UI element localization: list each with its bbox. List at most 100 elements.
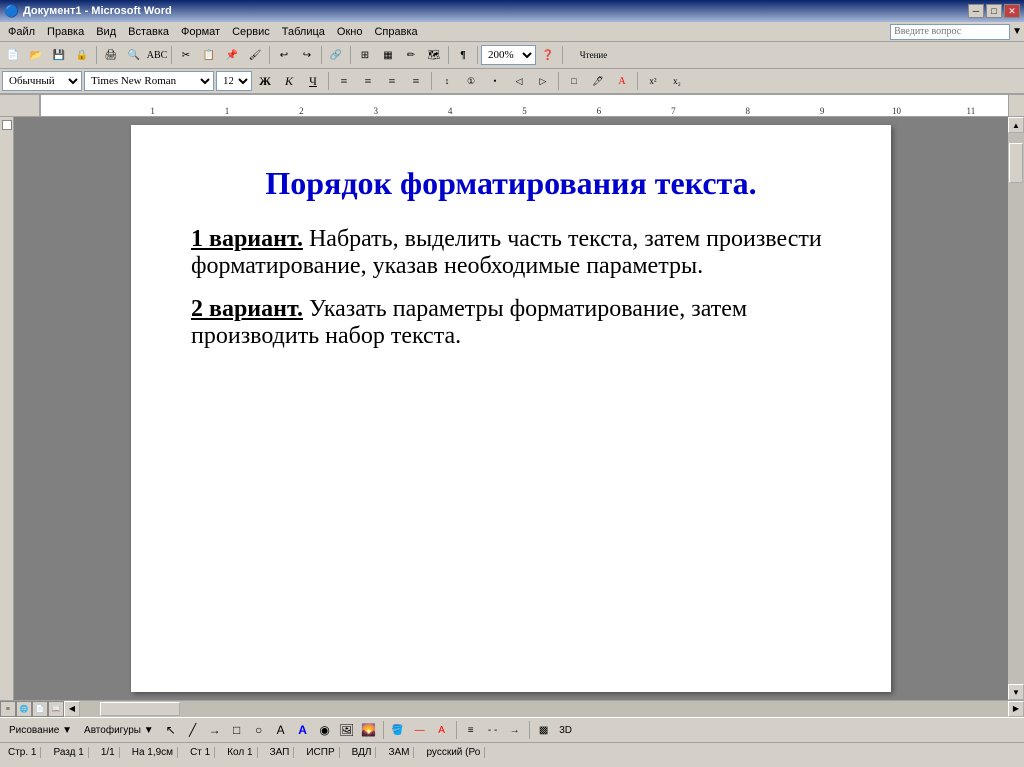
font-selector[interactable]: Times New Roman (84, 71, 214, 91)
status-section: Разд 1 (49, 747, 88, 758)
fill-color-button[interactable]: 🪣 (388, 720, 408, 740)
paste-button[interactable]: 📌 (221, 44, 243, 66)
line-style-button[interactable]: ≡ (461, 720, 481, 740)
bold-button[interactable]: Ж (254, 70, 276, 92)
bullets-button[interactable]: • (484, 70, 506, 92)
scroll-track[interactable] (1008, 133, 1024, 684)
permissions-button[interactable]: 🔒 (71, 44, 93, 66)
wordart-tool[interactable]: A (293, 720, 313, 740)
spellcheck-button[interactable]: ABC (146, 44, 168, 66)
dash-style-button[interactable]: - - (483, 720, 503, 740)
superscript-button[interactable]: x² (642, 70, 664, 92)
search-arrow[interactable]: ▼ (1012, 26, 1022, 37)
menu-insert[interactable]: Вставка (122, 24, 175, 40)
new-button[interactable]: 📄 (2, 44, 24, 66)
hscroll-left-button[interactable]: ◀ (64, 701, 80, 717)
select-tool[interactable]: ↖ (161, 720, 181, 740)
maximize-button[interactable]: □ (986, 4, 1002, 18)
drawing-menu-button[interactable]: Рисование ▼ (4, 720, 77, 740)
sep6 (448, 46, 449, 64)
scroll-up-button[interactable]: ▲ (1008, 117, 1024, 133)
clipart-tool[interactable]: 🖼 (337, 720, 357, 740)
textbox-tool[interactable]: A (271, 720, 291, 740)
format-painter[interactable]: 🖌 (244, 44, 266, 66)
numbering-button[interactable]: ① (460, 70, 482, 92)
save-button[interactable]: 💾 (48, 44, 70, 66)
style-selector[interactable]: Обычный (2, 71, 82, 91)
align-right-button[interactable]: ≡ (381, 70, 403, 92)
oval-tool[interactable]: ○ (249, 720, 269, 740)
3d-button[interactable]: 3D (556, 720, 576, 740)
font-color-draw-button[interactable]: A (432, 720, 452, 740)
italic-button[interactable]: К (278, 70, 300, 92)
ruler-scale[interactable]: 1 1 2 3 4 5 6 7 8 9 10 11 (40, 95, 1009, 116)
rect-tool[interactable]: □ (227, 720, 247, 740)
align-left-button[interactable]: ≡ (333, 70, 355, 92)
line-tool[interactable]: ╱ (183, 720, 203, 740)
window-controls[interactable]: ─ □ ✕ (968, 4, 1020, 18)
scroll-thumb[interactable] (1009, 143, 1023, 183)
menu-view[interactable]: Вид (90, 24, 122, 40)
minimize-button[interactable]: ─ (968, 4, 984, 18)
status-bar: Стр. 1 Разд 1 1/1 На 1,9см Ст 1 Кол 1 ЗА… (0, 742, 1024, 762)
copy-button[interactable]: 📋 (198, 44, 220, 66)
sep5 (350, 46, 351, 64)
font-color-button[interactable]: A (611, 70, 633, 92)
menu-format[interactable]: Формат (175, 24, 226, 40)
reading-view-button[interactable]: 📖 (48, 701, 64, 717)
drawing-button[interactable]: ✏ (400, 44, 422, 66)
vertical-scrollbar[interactable]: ▲ ▼ (1008, 117, 1024, 700)
show-hide-button[interactable]: ¶ (452, 44, 474, 66)
columns-button[interactable]: ▦ (377, 44, 399, 66)
menu-file[interactable]: Файл (2, 24, 41, 40)
zoom-selector[interactable]: 200% 100% (481, 45, 536, 65)
print-button[interactable]: 🖨 (100, 44, 122, 66)
document-scroll-area[interactable]: Порядок форматирования текста. 1 вариант… (14, 117, 1008, 700)
open-button[interactable]: 📂 (25, 44, 47, 66)
line-spacing-button[interactable]: ↕ (436, 70, 458, 92)
help-search-input[interactable] (890, 24, 1010, 40)
hyperlink-button[interactable]: 🔗 (325, 44, 347, 66)
underline-button[interactable]: Ч (302, 70, 324, 92)
arrow-style-button[interactable]: → (505, 720, 525, 740)
read-button[interactable]: Чтение (566, 44, 621, 66)
highlight-button[interactable]: 🖊 (587, 70, 609, 92)
redo-button[interactable]: ↪ (296, 44, 318, 66)
autoshapes-button[interactable]: Автофигуры ▼ (79, 720, 159, 740)
zoom-help[interactable]: ❓ (537, 44, 559, 66)
close-button[interactable]: ✕ (1004, 4, 1020, 18)
shadow-button[interactable]: ▩ (534, 720, 554, 740)
scroll-down-button[interactable]: ▼ (1008, 684, 1024, 700)
table-button[interactable]: ⊞ (354, 44, 376, 66)
web-view-button[interactable]: 🌐 (16, 701, 32, 717)
autoshapes-label: Автофигуры ▼ (84, 725, 154, 736)
menu-tools[interactable]: Сервис (226, 24, 276, 40)
menu-window[interactable]: Окно (331, 24, 369, 40)
outside-border-button[interactable]: □ (563, 70, 585, 92)
align-center-button[interactable]: ≡ (357, 70, 379, 92)
subscript-button[interactable]: x₂ (666, 70, 688, 92)
print-view-button[interactable]: 📄 (32, 701, 48, 717)
diagram-tool[interactable]: ◉ (315, 720, 335, 740)
undo-button[interactable]: ↩ (273, 44, 295, 66)
docmap-button[interactable]: 🗺 (423, 44, 445, 66)
cut-button[interactable]: ✂ (175, 44, 197, 66)
preview-button[interactable]: 🔍 (123, 44, 145, 66)
menu-table[interactable]: Таблица (276, 24, 331, 40)
menu-edit[interactable]: Правка (41, 24, 90, 40)
hscroll-track[interactable] (80, 701, 1008, 717)
help-search[interactable]: ▼ (890, 24, 1022, 40)
hscroll-thumb[interactable] (100, 702, 180, 716)
normal-view-button[interactable]: ≡ (0, 701, 16, 717)
menu-help[interactable]: Справка (368, 24, 423, 40)
increase-indent-button[interactable]: ▷ (532, 70, 554, 92)
hscroll-right-button[interactable]: ▶ (1008, 701, 1024, 717)
arrow-tool[interactable]: → (205, 720, 225, 740)
view-buttons[interactable]: ≡ 🌐 📄 📖 (0, 701, 64, 717)
decrease-indent-button[interactable]: ◁ (508, 70, 530, 92)
font-size-selector[interactable]: 12 (216, 71, 252, 91)
line-color-button[interactable]: — (410, 720, 430, 740)
align-justify-button[interactable]: ≡ (405, 70, 427, 92)
title-bar: 🔵 Документ1 - Microsoft Word ─ □ ✕ (0, 0, 1024, 22)
picture-tool[interactable]: 🌄 (359, 720, 379, 740)
